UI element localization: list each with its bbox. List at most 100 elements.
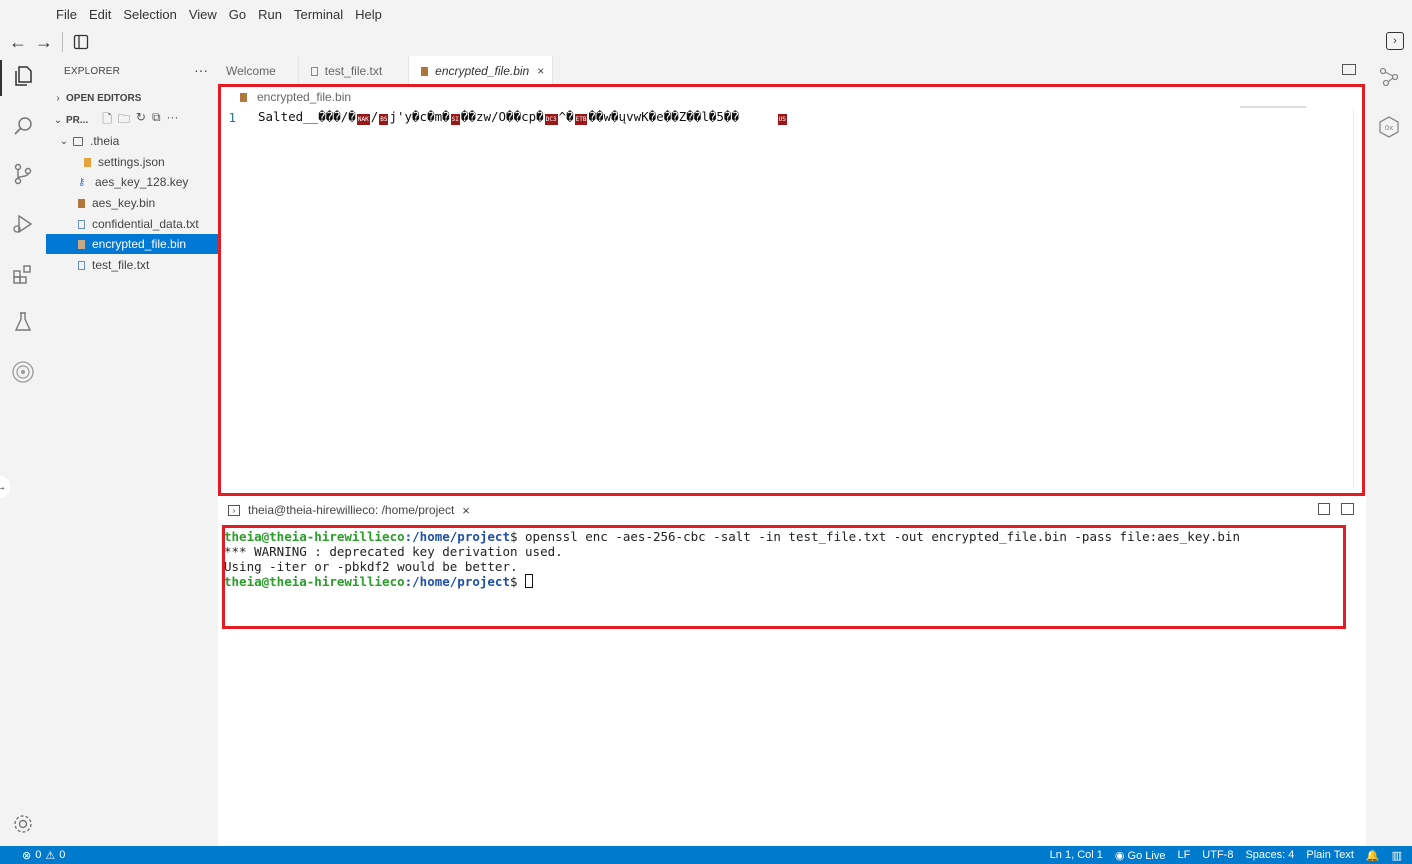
- code-line[interactable]: 1 Salted__���/� NAK / BS j'y�c�m� SI ��zw/O��c…: [218, 108, 1234, 126]
- terminal[interactable]: theia@theia-hirewillieco :/home/project$ …: [218, 523, 1366, 846]
- breadcrumb-file[interactable]: encrypted_file.bin: [257, 90, 351, 104]
- menu-edit[interactable]: Edit: [89, 7, 111, 22]
- menu-help[interactable]: Help: [355, 7, 382, 22]
- terminal-toggle-icon[interactable]: ›: [1386, 32, 1404, 50]
- terminal-line-4: theia@theia-hirewillieco:/home/project$: [224, 574, 534, 589]
- more-actions-icon[interactable]: ···: [194, 62, 208, 78]
- tab-encrypted-file[interactable]: encrypted_file.bin ×: [409, 56, 554, 86]
- testing-flask-icon[interactable]: [11, 310, 35, 334]
- project-section[interactable]: ⌄ PR... 🗋 🗀 ↻ ⧉ ···: [46, 110, 218, 130]
- control-char-badge: NAK: [356, 114, 370, 125]
- go-live-button[interactable]: ◉ Go Live: [1115, 849, 1166, 862]
- code-text: ��zw/O��cp�: [460, 109, 544, 124]
- menu-run[interactable]: Run: [258, 7, 282, 22]
- command-text: $ openssl enc -aes-256-cbc -salt -in tes…: [509, 529, 1240, 544]
- project-label: PR...: [66, 114, 89, 126]
- layout-icon[interactable]: ▥: [1392, 849, 1402, 862]
- terminal-icon: ›: [228, 504, 240, 516]
- chevron-down-icon: ⌄: [59, 135, 69, 147]
- terminal-line-3: Using -iter or -pbkdf2 would be better.: [224, 559, 518, 574]
- error-count: 0: [35, 849, 42, 861]
- tree-item-settings-json[interactable]: settings.json: [46, 152, 218, 172]
- problems-indicator[interactable]: ⊗ 0 ⚠ 0: [22, 849, 65, 862]
- tab-welcome[interactable]: Welcome: [218, 56, 299, 86]
- more-actions-icon[interactable]: ···: [167, 110, 179, 131]
- terminal-tab-title: theia@theia-hirewillieco: /home/project: [248, 503, 455, 517]
- tree-item-aes-key-bin[interactable]: aes_key.bin: [46, 193, 218, 213]
- command-text: $: [509, 574, 526, 589]
- terminal-line-2: *** WARNING : deprecated key derivation …: [224, 544, 563, 559]
- editor-pane[interactable]: encrypted_file.bin 1 Salted__���/� NAK / BS…: [218, 86, 1366, 496]
- terminal-line-1: theia@theia-hirewillieco:/home/project$ …: [224, 529, 1240, 544]
- editor-scrollbar[interactable]: [1353, 108, 1354, 488]
- menu-selection[interactable]: Selection: [123, 7, 176, 22]
- menu-view[interactable]: View: [189, 7, 217, 22]
- close-terminal-icon[interactable]: ×: [462, 503, 470, 518]
- tree-item-label: settings.json: [98, 155, 165, 169]
- control-char-badge: SI: [450, 114, 460, 125]
- settings-gear-icon[interactable]: [11, 812, 35, 836]
- binary-file-icon: [78, 198, 85, 208]
- maximize-panel-icon[interactable]: [1341, 503, 1354, 515]
- tree-item-aes-key-128[interactable]: ⚷ aes_key_128.key: [46, 172, 218, 192]
- control-char-badge: ETB: [574, 114, 588, 125]
- indentation-indicator[interactable]: Spaces: 4: [1245, 849, 1294, 861]
- split-terminal-icon[interactable]: [1318, 503, 1330, 515]
- outline-icon[interactable]: [1378, 66, 1400, 91]
- binary-file-icon: [240, 92, 247, 102]
- explorer-title: EXPLORER: [64, 66, 121, 77]
- new-folder-icon[interactable]: 🗀: [118, 110, 130, 131]
- search-icon[interactable]: [11, 114, 35, 138]
- collapse-all-icon[interactable]: ⧉: [152, 110, 161, 131]
- chevron-right-icon: ›: [56, 92, 60, 104]
- menu-bar: File Edit Selection View Go Run Terminal…: [0, 0, 1412, 28]
- menu-go[interactable]: Go: [229, 7, 246, 22]
- code-text: ^�: [558, 109, 574, 124]
- folder-icon: [73, 136, 83, 146]
- memory-inspector-icon[interactable]: 0x: [1378, 116, 1400, 141]
- open-editors-section[interactable]: › OPEN EDITORS: [46, 88, 218, 108]
- line-number: 1: [228, 109, 236, 125]
- forward-arrow-icon[interactable]: →: [32, 30, 56, 54]
- explorer-icon[interactable]: [11, 64, 35, 88]
- close-tab-icon[interactable]: ×: [537, 64, 544, 78]
- eol-indicator[interactable]: LF: [1177, 849, 1190, 861]
- code-text: j'y�c�m�: [389, 109, 450, 124]
- tree-item-label: .theia: [90, 134, 120, 148]
- cursor-position[interactable]: Ln 1, Col 1: [1050, 849, 1103, 861]
- tab-label: test_file.txt: [324, 64, 383, 78]
- refresh-icon[interactable]: ↻: [136, 110, 146, 131]
- tree-item-encrypted-file[interactable]: encrypted_file.bin: [46, 234, 218, 254]
- split-editor-icon[interactable]: [1342, 64, 1356, 75]
- warning-icon: ⚠: [45, 849, 56, 862]
- toolbar: ← → ›: [0, 28, 1412, 56]
- text-file-icon: [78, 260, 85, 270]
- tree-item-label: encrypted_file.bin: [92, 237, 187, 251]
- remote-explorer-icon[interactable]: [11, 360, 35, 384]
- back-arrow-icon[interactable]: ←: [6, 30, 30, 54]
- svg-text:0x: 0x: [1385, 124, 1394, 132]
- expand-arrow-icon[interactable]: →: [0, 476, 10, 498]
- toggle-sidebar-icon[interactable]: [69, 30, 93, 54]
- tree-item-label: aes_key.bin: [92, 196, 156, 210]
- menu-terminal[interactable]: Terminal: [294, 7, 343, 22]
- source-control-icon[interactable]: [11, 162, 35, 186]
- minimap[interactable]: [1240, 106, 1306, 108]
- terminal-panel-header: › theia@theia-hirewillieco: /home/projec…: [218, 497, 1366, 523]
- terminal-tab[interactable]: › theia@theia-hirewillieco: /home/projec…: [228, 503, 470, 518]
- encoding-indicator[interactable]: UTF-8: [1202, 849, 1233, 861]
- tree-item-theia-folder[interactable]: ⌄ .theia: [46, 131, 218, 151]
- prompt-user: theia@theia-hirewillieco: [224, 574, 405, 589]
- status-bar: ⊗ 0 ⚠ 0 Ln 1, Col 1 ◉ Go Live LF UTF-8 S…: [0, 846, 1412, 864]
- tree-item-test-file[interactable]: test_file.txt: [46, 255, 218, 275]
- language-mode[interactable]: Plain Text: [1306, 849, 1354, 861]
- run-debug-icon[interactable]: [11, 212, 35, 236]
- tab-test-file[interactable]: test_file.txt: [299, 56, 410, 86]
- bell-icon[interactable]: 🔔: [1366, 849, 1380, 862]
- tab-label: encrypted_file.bin: [435, 64, 530, 78]
- tree-item-confidential-data[interactable]: confidential_data.txt: [46, 214, 218, 234]
- extensions-icon[interactable]: [11, 262, 35, 286]
- prompt-path: :/home/project: [404, 529, 510, 544]
- menu-file[interactable]: File: [56, 7, 77, 22]
- new-file-icon[interactable]: 🗋: [102, 110, 112, 131]
